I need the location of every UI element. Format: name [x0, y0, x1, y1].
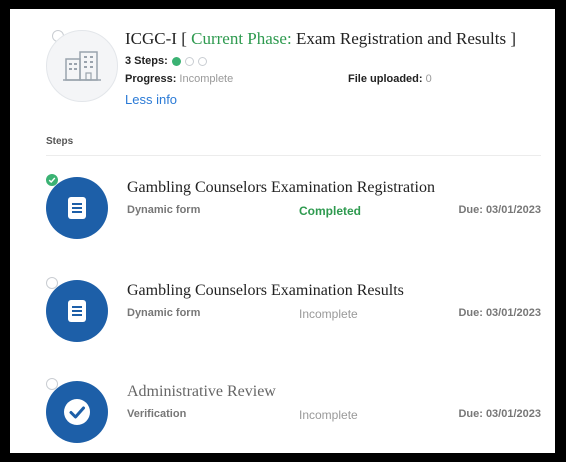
bracket-open: [ [181, 29, 187, 48]
progress-meta: Progress: Incomplete [125, 73, 233, 85]
file-uploaded-value: 0 [425, 73, 432, 85]
program-name: ICGC-I [125, 29, 177, 48]
step-status: Incomplete [299, 307, 358, 321]
step-name[interactable]: Administrative Review [127, 383, 276, 401]
step-name[interactable]: Gambling Counselors Examination Registra… [127, 179, 435, 197]
steps-section-label: Steps [46, 136, 74, 147]
step-badge [46, 177, 108, 239]
step-dot-incomplete [197, 56, 207, 66]
program-title: ICGC-I [ Current Phase: Exam Registratio… [125, 29, 516, 49]
steps-count-label: 3 Steps: [125, 55, 168, 67]
step-due-date: Due: 03/01/2023 [458, 408, 541, 420]
step-complete-check-icon[interactable] [46, 174, 58, 186]
checkmark-icon [64, 399, 90, 425]
file-uploaded-label: File uploaded: [348, 73, 423, 85]
progress-value: Incomplete [179, 73, 234, 85]
step-type: Dynamic form [127, 307, 201, 319]
step-badge [46, 381, 108, 443]
step-due-date: Due: 03/01/2023 [458, 204, 541, 216]
step-radio[interactable] [46, 277, 58, 289]
step-dot-complete [171, 56, 181, 66]
step-item[interactable]: Gambling Counselors Examination Registra… [10, 174, 555, 247]
step-due-date: Due: 03/01/2023 [458, 307, 541, 319]
file-meta: File uploaded: 0 [348, 73, 432, 85]
step-type: Verification [127, 408, 187, 420]
building-icon [63, 51, 101, 81]
step-item[interactable]: Gambling Counselors Examination Results … [10, 277, 555, 350]
step-item[interactable]: Administrative Review Verification Incom… [10, 378, 555, 451]
less-info-link[interactable]: Less info [125, 92, 177, 107]
current-phase-value: Exam Registration and Results [295, 29, 507, 48]
step-status: Completed [299, 204, 362, 218]
program-icon [46, 30, 118, 102]
divider [46, 155, 541, 156]
progress-label: Progress: [125, 73, 177, 85]
step-name[interactable]: Gambling Counselors Examination Results [127, 282, 404, 300]
step-type: Dynamic form [127, 204, 201, 216]
document-icon [68, 197, 86, 219]
step-badge [46, 280, 108, 342]
step-radio[interactable] [46, 378, 58, 390]
bracket-close: ] [510, 29, 516, 48]
steps-summary: 3 Steps: [125, 55, 207, 67]
document-icon [68, 300, 86, 322]
program-card: ICGC-I [ Current Phase: Exam Registratio… [10, 9, 555, 453]
current-phase-label: Current Phase: [191, 29, 292, 48]
step-status: Incomplete [299, 408, 358, 422]
step-dot-incomplete [184, 56, 194, 66]
